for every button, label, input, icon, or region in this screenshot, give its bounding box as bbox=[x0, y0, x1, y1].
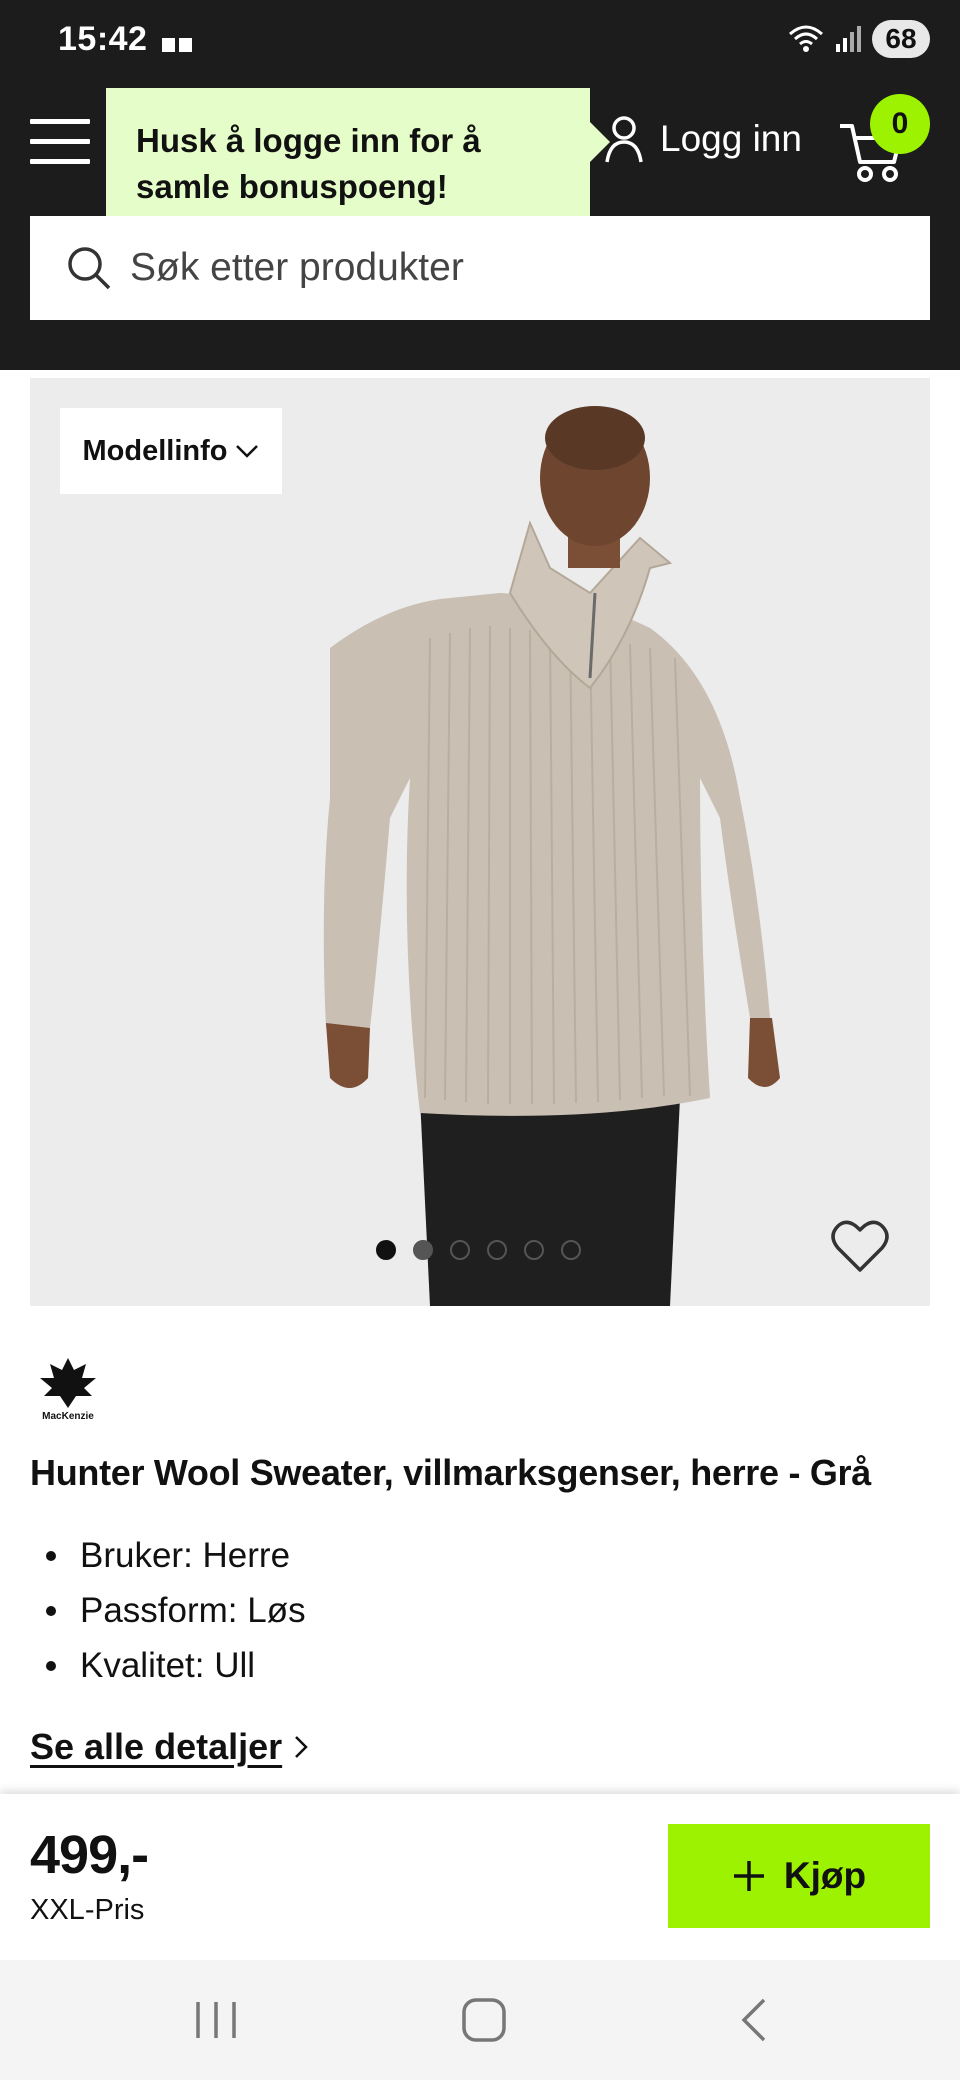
search-input[interactable]: Søk etter produkter bbox=[30, 216, 930, 320]
product-image-gallery[interactable]: Modellinfo bbox=[30, 378, 930, 1306]
buy-label: Kjøp bbox=[783, 1855, 867, 1896]
login-button[interactable]: Logg inn bbox=[604, 114, 802, 164]
menu-line bbox=[30, 139, 90, 144]
notification-icon bbox=[162, 38, 192, 52]
status-bar: 15:42 68 bbox=[0, 0, 960, 74]
gallery-dot[interactable] bbox=[376, 1240, 396, 1260]
wifi-icon bbox=[789, 25, 823, 52]
site-header: Husk å logge inn for å samle bonuspoeng!… bbox=[0, 74, 960, 370]
price: 499,- bbox=[30, 1825, 149, 1885]
gallery-dot[interactable] bbox=[524, 1240, 544, 1260]
back-icon[interactable] bbox=[724, 1994, 784, 2046]
gallery-dot[interactable] bbox=[487, 1240, 507, 1260]
search-placeholder: Søk etter produkter bbox=[130, 246, 464, 289]
home-icon[interactable] bbox=[454, 1994, 514, 2046]
feature-item: Passform: Løs bbox=[30, 1583, 306, 1638]
feature-item: Bruker: Herre bbox=[30, 1528, 306, 1583]
gallery-pagination bbox=[376, 1240, 581, 1260]
gallery-dot[interactable] bbox=[561, 1240, 581, 1260]
model-info-label: Modellinfo bbox=[82, 434, 228, 467]
chevron-down-icon bbox=[236, 445, 259, 458]
search-icon bbox=[68, 247, 111, 290]
model-info-button[interactable]: Modellinfo bbox=[60, 408, 282, 494]
user-icon bbox=[605, 116, 643, 163]
recent-apps-icon[interactable] bbox=[186, 1994, 246, 2046]
status-time: 15:42 bbox=[58, 20, 148, 58]
plus-icon bbox=[733, 1861, 764, 1891]
buy-bar: 499,- XXL-Pris Kjøp bbox=[0, 1794, 960, 1960]
cart-count-badge: 0 bbox=[870, 94, 930, 154]
details-label: Se alle detaljer bbox=[30, 1726, 283, 1767]
see-all-details-link[interactable]: Se alle detaljer bbox=[30, 1726, 310, 1768]
gallery-dot[interactable] bbox=[450, 1240, 470, 1260]
product-feature-list: Bruker: Herre Passform: Løs Kvalitet: Ul… bbox=[30, 1528, 306, 1693]
chevron-right-icon bbox=[295, 1736, 308, 1758]
favorite-heart-icon[interactable] bbox=[830, 1218, 890, 1274]
login-label: Logg inn bbox=[660, 118, 802, 159]
menu-line bbox=[30, 119, 90, 124]
battery-indicator: 68 bbox=[872, 20, 930, 58]
price-label: XXL-Pris bbox=[30, 1894, 145, 1926]
feature-item: Kvalitet: Ull bbox=[30, 1638, 306, 1693]
svg-text:MacKenzie: MacKenzie bbox=[42, 1411, 94, 1422]
product-photo bbox=[323, 406, 780, 1306]
product-title: Hunter Wool Sweater, villmarksgenser, he… bbox=[30, 1452, 871, 1493]
system-nav-bar bbox=[0, 1960, 960, 2080]
brand-logo: MacKenzie bbox=[40, 1358, 96, 1422]
buy-button[interactable]: Kjøp bbox=[668, 1824, 930, 1928]
menu-line bbox=[30, 159, 90, 164]
gallery-dot[interactable] bbox=[413, 1240, 433, 1260]
status-icons: 68 bbox=[786, 20, 930, 58]
signal-icon bbox=[836, 26, 861, 52]
menu-button[interactable] bbox=[30, 119, 90, 165]
